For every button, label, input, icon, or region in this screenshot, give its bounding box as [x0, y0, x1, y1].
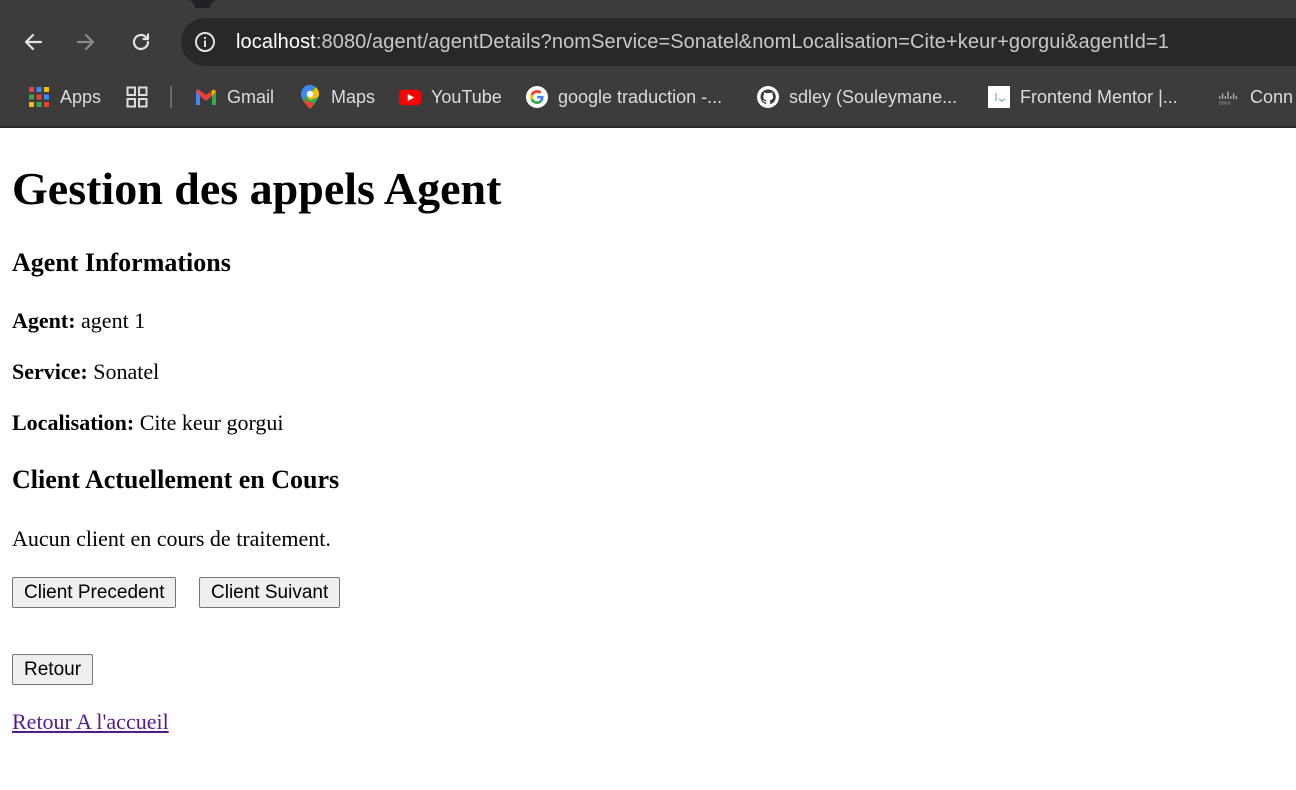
- address-bar[interactable]: localhost:8080/agent/agentDetails?nomSer…: [181, 18, 1296, 66]
- frontend-mentor-icon: [988, 86, 1010, 108]
- gmail-icon: [195, 86, 217, 108]
- agent-info-row: Agent: agent 1: [12, 308, 145, 334]
- localisation-value: Cite keur gorgui: [134, 410, 284, 435]
- back-button[interactable]: [15, 24, 51, 60]
- browser-chrome: localhost:8080/agent/agentDetails?nomSer…: [0, 0, 1296, 128]
- tab-strip: [0, 0, 1296, 8]
- bookmark-label: Conn: [1250, 86, 1294, 107]
- url-path: :8080/agent/agentDetails?nomService=Sona…: [315, 31, 1169, 53]
- bookmark-label: Maps: [331, 86, 376, 107]
- home-link[interactable]: Retour A l'accueil: [12, 709, 169, 735]
- tab-groups-icon: [126, 86, 148, 108]
- bookmark-google-traduction[interactable]: google traduction -...: [526, 78, 722, 116]
- service-info-row: Service: Sonatel: [12, 359, 159, 385]
- bookmark-label: Apps: [60, 86, 102, 107]
- url-text[interactable]: localhost:8080/agent/agentDetails?nomSer…: [236, 18, 1169, 66]
- active-tab-edge[interactable]: [0, 0, 195, 8]
- apps-grid-icon: [28, 86, 50, 108]
- chrome-divider: [0, 126, 1296, 128]
- reload-button[interactable]: [123, 24, 159, 60]
- next-client-button[interactable]: Client Suivant: [199, 577, 341, 608]
- bookmark-tab-groups[interactable]: [126, 78, 158, 116]
- agent-label: Agent:: [12, 308, 76, 333]
- arrow-right-icon: [76, 33, 95, 51]
- cisco-icon: cisco: [1218, 86, 1240, 108]
- bookmark-github[interactable]: sdley (Souleymane...: [757, 78, 957, 116]
- bookmark-frontend-mentor[interactable]: Frontend Mentor |...: [988, 78, 1178, 116]
- maps-icon: [299, 85, 321, 109]
- arrow-left-icon: [24, 33, 43, 51]
- previous-client-button[interactable]: Client Precedent: [12, 577, 177, 608]
- url-host: localhost: [236, 31, 316, 53]
- service-label: Service:: [12, 359, 88, 384]
- service-value: Sonatel: [87, 359, 160, 384]
- localisation-label: Localisation:: [12, 410, 135, 435]
- agent-value: agent 1: [75, 308, 146, 333]
- client-status-text: Aucun client en cours de traitement.: [12, 526, 331, 551]
- bookmark-label: sdley (Souleymane...: [789, 86, 958, 107]
- youtube-icon: [399, 86, 421, 108]
- reload-icon: [132, 33, 150, 51]
- bookmarks-bar: Apps Gmail Maps YouTube google traductio…: [0, 78, 1296, 116]
- site-info-icon[interactable]: [194, 31, 216, 53]
- bookmark-cisco[interactable]: cisco Conn: [1218, 78, 1293, 116]
- github-icon: [757, 86, 779, 108]
- forward-button[interactable]: [68, 24, 104, 60]
- agent-section-title: Agent Informations: [12, 248, 231, 277]
- bookmark-label: Frontend Mentor |...: [1020, 86, 1178, 107]
- bookmark-apps[interactable]: Apps: [28, 78, 101, 116]
- tab-strip-edge: [210, 0, 1296, 8]
- localisation-info-row: Localisation: Cite keur gorgui: [12, 410, 284, 436]
- client-section-title: Client Actuellement en Cours: [12, 465, 340, 494]
- bookmark-gmail[interactable]: Gmail: [195, 78, 274, 116]
- bookmark-maps[interactable]: Maps: [299, 78, 375, 116]
- bookmark-youtube[interactable]: YouTube: [399, 78, 502, 116]
- back-button[interactable]: Retour: [12, 654, 94, 685]
- bookmark-label: YouTube: [431, 86, 502, 107]
- page-title: Gestion des appels Agent: [12, 163, 502, 214]
- bookmarks-separator: [170, 86, 172, 108]
- google-icon: [526, 86, 548, 108]
- svg-text:cisco: cisco: [1219, 100, 1231, 106]
- bookmark-label: google traduction -...: [558, 86, 723, 107]
- bookmark-label: Gmail: [227, 86, 275, 107]
